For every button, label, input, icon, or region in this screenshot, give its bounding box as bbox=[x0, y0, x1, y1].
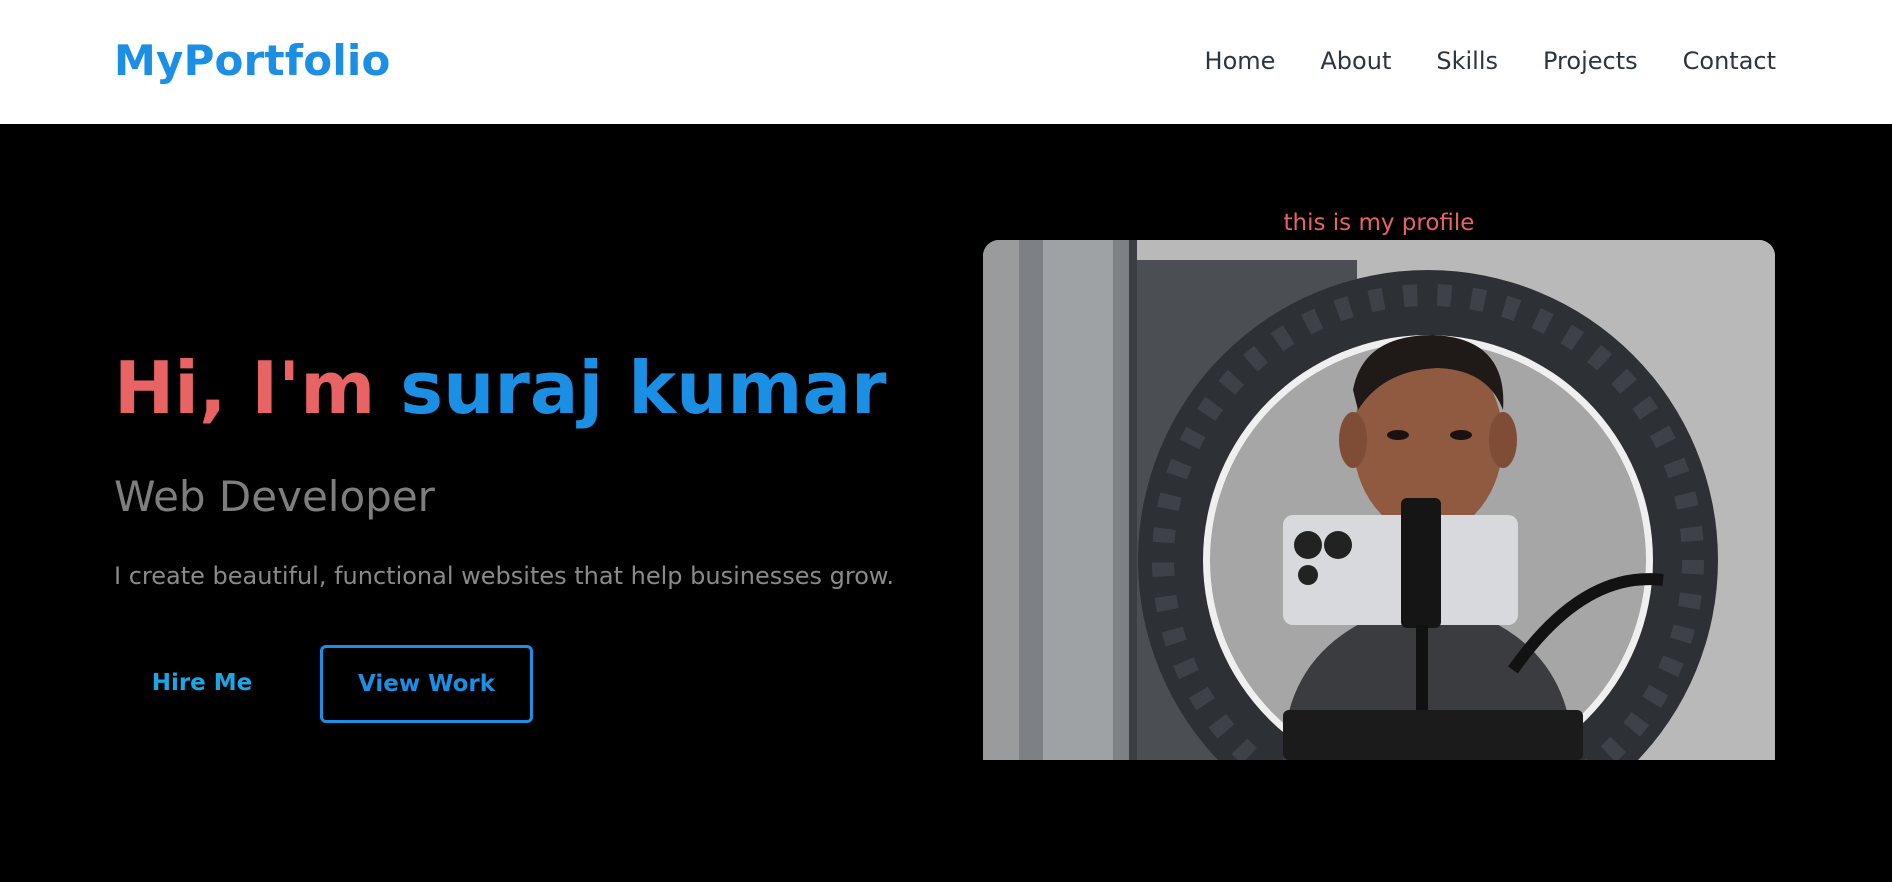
brand-logo[interactable]: MyPortfolio bbox=[114, 36, 391, 85]
hire-me-button[interactable]: Hire Me bbox=[114, 644, 290, 722]
hero-name: suraj kumar bbox=[400, 346, 887, 430]
nav-link-home[interactable]: Home bbox=[1205, 47, 1276, 75]
navbar: MyPortfolio Home About Skills Projects C… bbox=[0, 0, 1892, 124]
profile-photo bbox=[983, 240, 1775, 760]
hero-headline: Hi, I'm suraj kumar bbox=[114, 345, 887, 431]
hero-greeting: Hi, I'm bbox=[114, 346, 401, 430]
nav-links: Home About Skills Projects Contact bbox=[1205, 47, 1776, 75]
nav-link-skills[interactable]: Skills bbox=[1436, 47, 1498, 75]
nav-link-about[interactable]: About bbox=[1320, 47, 1391, 75]
hero-description: I create beautiful, functional websites … bbox=[114, 562, 894, 590]
profile-photo-illustration bbox=[983, 240, 1775, 760]
nav-link-contact[interactable]: Contact bbox=[1683, 47, 1776, 75]
profile-caption: this is my profile bbox=[1283, 210, 1475, 236]
view-work-button[interactable]: View Work bbox=[320, 645, 533, 723]
nav-link-projects[interactable]: Projects bbox=[1543, 47, 1638, 75]
hero-subtitle: Web Developer bbox=[114, 472, 435, 521]
